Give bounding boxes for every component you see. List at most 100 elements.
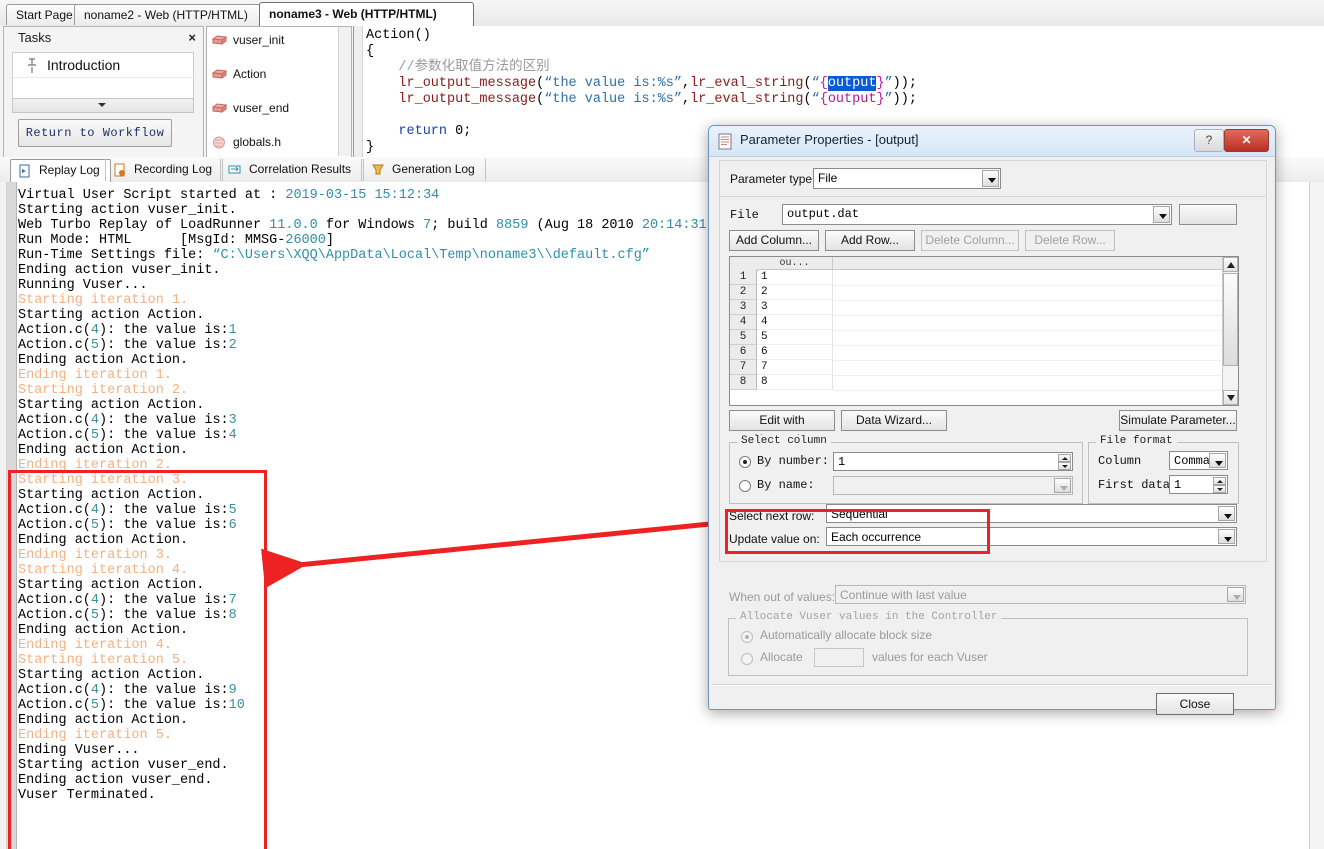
log-token: Starting action Action. bbox=[18, 578, 205, 593]
log-token: Starting iteration 1. bbox=[18, 293, 189, 308]
close-icon[interactable]: × bbox=[188, 30, 196, 45]
tasks-splitter[interactable] bbox=[12, 98, 194, 113]
table-row[interactable]: 33 bbox=[730, 300, 1238, 316]
add-row-button[interactable]: Add Row... bbox=[825, 230, 915, 251]
chevron-down-icon[interactable] bbox=[1218, 529, 1235, 544]
table-row[interactable]: 22 bbox=[730, 285, 1238, 301]
tab-generation-log[interactable]: Generation Log bbox=[363, 159, 486, 181]
grid-column-header[interactable]: ou... bbox=[757, 257, 833, 270]
column-format-select[interactable]: Comma bbox=[1169, 451, 1228, 470]
grid-cell[interactable]: 8 bbox=[757, 375, 833, 390]
log-token: ): the value is: bbox=[99, 593, 229, 608]
row-header[interactable]: 3 bbox=[730, 300, 757, 315]
update-value-on-select[interactable]: Each occurrence bbox=[826, 527, 1237, 546]
grid-cell[interactable]: 2 bbox=[757, 285, 833, 300]
row-header[interactable]: 6 bbox=[730, 345, 757, 360]
log-token: 8 bbox=[228, 608, 237, 623]
pin-icon bbox=[27, 57, 37, 73]
table-row[interactable]: 66 bbox=[730, 345, 1238, 361]
auto-allocate-radio bbox=[741, 631, 753, 643]
row-header[interactable]: 7 bbox=[730, 360, 757, 375]
first-data-input[interactable]: 1 bbox=[1169, 475, 1228, 494]
grid-cell[interactable]: 4 bbox=[757, 315, 833, 330]
code-token: lr_output_message bbox=[398, 76, 537, 91]
table-row[interactable]: 44 bbox=[730, 315, 1238, 331]
grid-cell-empty bbox=[833, 315, 1238, 331]
table-row[interactable]: 11 bbox=[730, 270, 1238, 286]
tab-correlation-results[interactable]: Correlation Results bbox=[220, 159, 363, 181]
chevron-down-icon[interactable] bbox=[1153, 206, 1170, 223]
log-token: Virtual User Script started at : bbox=[18, 188, 286, 203]
spinner-up-icon[interactable] bbox=[1058, 454, 1071, 462]
parameter-properties-dialog[interactable]: Parameter Properties - [output] ? ✕ Para… bbox=[708, 125, 1276, 715]
table-row[interactable]: 88 bbox=[730, 375, 1238, 391]
grid-cell-empty bbox=[833, 300, 1238, 316]
by-number-input[interactable]: 1 bbox=[833, 452, 1073, 471]
tree-item-vuser-end[interactable]: vuser_end bbox=[207, 100, 351, 117]
data-wizard-button[interactable]: Data Wizard... bbox=[841, 410, 947, 431]
spinner-up-icon[interactable] bbox=[1213, 477, 1226, 485]
tree-item-globals-h[interactable]: globals.h bbox=[207, 134, 351, 151]
tree-item-vuser-init[interactable]: vuser_init bbox=[207, 32, 351, 49]
log-line: Ending action vuser_end. bbox=[18, 773, 1308, 788]
task-item-introduction[interactable]: Introduction bbox=[13, 53, 193, 78]
log-token: Starting action vuser_init. bbox=[18, 203, 237, 218]
document-tab-noname2[interactable]: noname2 - Web (HTTP/HTML) bbox=[74, 4, 277, 25]
add-column-button[interactable]: Add Column... bbox=[729, 230, 819, 251]
close-button[interactable]: ✕ bbox=[1224, 129, 1269, 152]
log-token: Starting action Action. bbox=[18, 488, 205, 503]
close-dialog-button[interactable]: Close bbox=[1156, 693, 1234, 715]
table-row[interactable]: 77 bbox=[730, 360, 1238, 376]
tab-replay-log[interactable]: Replay Log bbox=[10, 159, 111, 183]
browse-button[interactable] bbox=[1179, 204, 1237, 225]
help-button[interactable]: ? bbox=[1194, 129, 1224, 152]
edit-with-notepad-button[interactable]: Edit with Notepad... bbox=[729, 410, 835, 446]
parameter-data-grid[interactable]: ou... 1122334455667788 bbox=[729, 256, 1239, 406]
tree-item-action[interactable]: Action bbox=[207, 66, 351, 83]
row-header[interactable]: 4 bbox=[730, 315, 757, 330]
code-token: ” bbox=[884, 92, 893, 107]
scroll-down-icon[interactable] bbox=[1223, 390, 1238, 405]
update-value-on-label: Update value on: bbox=[729, 532, 820, 546]
table-row[interactable]: 55 bbox=[730, 330, 1238, 346]
return-to-workflow-button[interactable]: Return to Workflow bbox=[18, 119, 172, 147]
chevron-down-icon[interactable] bbox=[1209, 453, 1226, 468]
log-token: Starting action vuser_end. bbox=[18, 758, 229, 773]
by-name-radio[interactable] bbox=[739, 480, 751, 492]
row-header[interactable]: 2 bbox=[730, 285, 757, 300]
spinner-down-icon[interactable] bbox=[1058, 462, 1071, 470]
grid-cell[interactable]: 7 bbox=[757, 360, 833, 375]
grid-cell[interactable]: 1 bbox=[757, 270, 833, 285]
first-data-value: 1 bbox=[1174, 478, 1182, 492]
log-token: 4 bbox=[90, 683, 100, 698]
dialog-body: Parameter type: File File output.dat Add… bbox=[711, 160, 1273, 715]
grid-vertical-scrollbar[interactable] bbox=[1222, 257, 1238, 405]
spinner-down-icon[interactable] bbox=[1213, 485, 1226, 493]
tab-recording-log[interactable]: Recording Log bbox=[105, 159, 224, 181]
tree-scrollbar[interactable] bbox=[338, 27, 351, 156]
dialog-title-bar[interactable]: Parameter Properties - [output] ? ✕ bbox=[709, 126, 1275, 157]
brick-icon bbox=[211, 68, 228, 81]
scroll-up-icon[interactable] bbox=[1223, 257, 1238, 272]
row-header[interactable]: 8 bbox=[730, 375, 757, 390]
grid-cell[interactable]: 3 bbox=[757, 300, 833, 315]
select-next-row-select[interactable]: Sequential bbox=[826, 504, 1237, 523]
document-tab-noname3[interactable]: noname3 - Web (HTTP/HTML) bbox=[259, 2, 474, 26]
code-token: )); bbox=[892, 76, 917, 91]
scroll-thumb[interactable] bbox=[1223, 273, 1238, 366]
row-header[interactable]: 1 bbox=[730, 270, 757, 285]
chevron-down-icon[interactable] bbox=[982, 170, 999, 187]
log-token: ): the value is: bbox=[99, 608, 229, 623]
row-header[interactable]: 5 bbox=[730, 330, 757, 345]
grid-cell[interactable]: 5 bbox=[757, 330, 833, 345]
when-out-of-values-select: Continue with last value bbox=[835, 585, 1246, 604]
grid-cell[interactable]: 6 bbox=[757, 345, 833, 360]
by-number-radio[interactable] bbox=[739, 456, 751, 468]
code-token: ” bbox=[884, 76, 893, 91]
log-token: ): the value is: bbox=[99, 698, 229, 713]
chevron-down-icon[interactable] bbox=[1218, 506, 1235, 521]
simulate-parameter-button[interactable]: Simulate Parameter... bbox=[1119, 410, 1237, 431]
file-path-select[interactable]: output.dat bbox=[782, 204, 1172, 225]
parameter-type-select[interactable]: File bbox=[813, 168, 1001, 189]
log-token: ): the value is: bbox=[99, 518, 229, 533]
